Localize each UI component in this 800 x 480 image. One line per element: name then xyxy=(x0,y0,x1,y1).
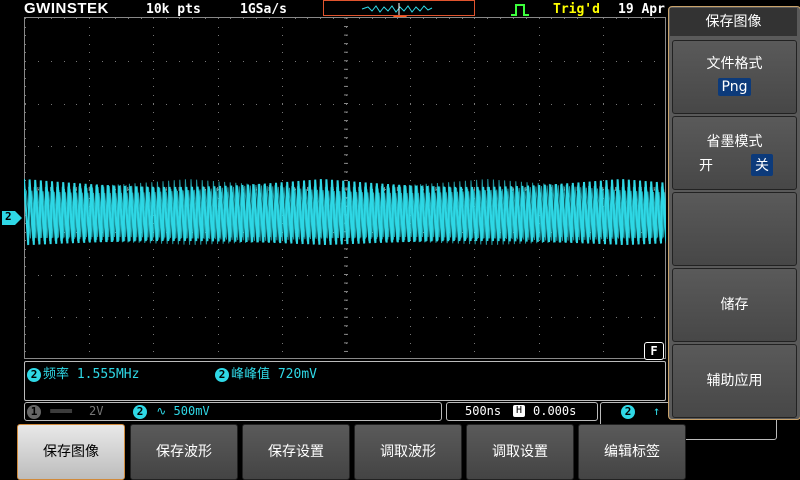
side-menu-title: 保存图像 xyxy=(670,8,797,36)
ch1-info[interactable]: 1 ═══ xyxy=(27,403,72,420)
ch2-badge: 2 xyxy=(215,367,229,382)
waveform-display xyxy=(24,17,666,359)
file-format-label: 文件格式 xyxy=(706,56,763,72)
ink-saver-label: 省墨模式 xyxy=(706,134,763,150)
file-format-button[interactable]: 文件格式 Png xyxy=(672,40,797,114)
horizontal-position: 0.000s xyxy=(533,404,577,418)
ink-saver-button[interactable]: 省墨模式 开 关 xyxy=(672,116,797,190)
ch2-marker-label: 2 xyxy=(5,210,12,223)
empty-menu-button[interactable] xyxy=(672,192,797,266)
save-button[interactable]: 储存 xyxy=(672,268,797,342)
measurement-label: 峰峰值 xyxy=(231,367,271,382)
ch2-waveform xyxy=(24,178,666,246)
softkey-save-waveform[interactable]: 保存波形 xyxy=(130,424,238,480)
ch2-badge: 2 xyxy=(621,404,635,419)
ch1-badge: 1 xyxy=(27,404,41,419)
measurement-panel: 2 频率 1.555MHz 2 峰峰值 720mV xyxy=(24,361,666,401)
dc-coupling-icon: ═══ xyxy=(50,404,72,418)
ch2-badge: 2 xyxy=(27,367,41,382)
status-bar: GWINSTEK 10k pts 1GSa/s Trig'd 19 Apr xyxy=(0,0,668,18)
ch1-scale: 2V xyxy=(89,404,104,418)
brand-logo: GWINSTEK xyxy=(24,0,109,17)
ch2-ground-marker[interactable]: 2 xyxy=(2,210,22,225)
ch2-badge: 2 xyxy=(133,404,147,419)
measurement-peak-to-peak: 2 峰峰值 720mV xyxy=(215,363,317,382)
measurement-label: 频率 xyxy=(43,367,70,382)
timebase-info[interactable]: 500ns H 0.000s xyxy=(446,402,598,421)
memory-preview-icon xyxy=(361,3,433,15)
timebase-value: 500ns xyxy=(465,404,502,418)
softkey-save-setup[interactable]: 保存设置 xyxy=(242,424,350,480)
measurement-value: 1.555MHz xyxy=(76,367,140,382)
memory-bar xyxy=(323,0,475,16)
ch2-info[interactable]: 2 ∿ 500mV xyxy=(133,403,210,420)
softkey-save-image[interactable]: 保存图像 xyxy=(17,424,125,480)
horizontal-icon: H xyxy=(513,405,525,417)
softkey-edit-label[interactable]: 编辑标签 xyxy=(578,424,686,480)
measurement-frequency: 2 频率 1.555MHz xyxy=(27,363,139,382)
ch2-scale: 500mV xyxy=(173,404,210,418)
channel-info-bar: 1 ═══ 2V 2 ∿ 500mV xyxy=(24,402,442,421)
assist-apps-button[interactable]: 辅助应用 xyxy=(672,344,797,418)
softkey-recall-waveform[interactable]: 调取波形 xyxy=(354,424,462,480)
rising-edge-icon: ↑ xyxy=(653,404,661,418)
softkey-recall-setup[interactable]: 调取设置 xyxy=(466,424,574,480)
ac-coupling-icon: ∿ xyxy=(156,404,167,418)
measurement-value: 720mV xyxy=(277,367,317,382)
record-length: 10k pts xyxy=(146,2,201,17)
ink-saver-on: 开 xyxy=(699,158,713,174)
file-format-value: Png xyxy=(717,78,752,96)
filter-badge: F xyxy=(644,342,664,360)
sample-rate: 1GSa/s xyxy=(240,2,287,17)
ink-saver-off: 关 xyxy=(751,154,773,176)
trigger-source: 2 xyxy=(621,403,637,420)
date-display: 19 Apr xyxy=(618,2,665,17)
trigger-status: Trig'd xyxy=(553,2,600,17)
